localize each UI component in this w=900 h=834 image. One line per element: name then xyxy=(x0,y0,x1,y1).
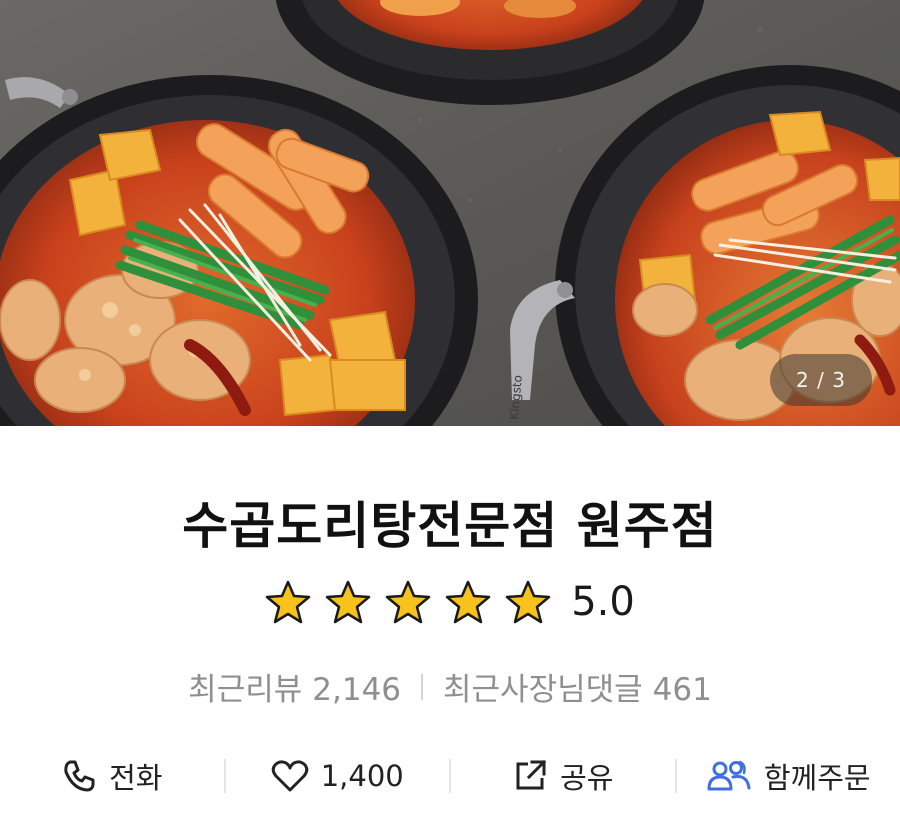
share-label: 공유 xyxy=(560,761,614,795)
store-info-section: 수곱도리탕전문점 원주점 5.0 최근리뷰 2,146 최근사장님댓글 461 … xyxy=(0,426,900,834)
more-icon[interactable] xyxy=(826,0,866,6)
recent-reviews-count: 2,146 xyxy=(312,672,402,708)
store-rating[interactable]: 5.0 xyxy=(0,579,900,625)
review-stats: 최근리뷰 2,146 최근사장님댓글 461 xyxy=(0,664,900,709)
share-button[interactable]: 공유 xyxy=(451,755,675,797)
share-icon xyxy=(512,758,560,794)
star-icon xyxy=(265,580,311,624)
owner-replies[interactable]: 최근사장님댓글 461 xyxy=(443,664,712,709)
recent-reviews[interactable]: 최근리뷰 2,146 xyxy=(188,664,401,709)
food-photo: Kingsto xyxy=(0,0,900,426)
star-icon xyxy=(445,580,491,624)
store-detail-page: Kingsto 2 / 3 수곱도리탕전문점 원주점 5.0 최근리뷰 2,14… xyxy=(0,0,900,834)
recent-reviews-label: 최근리뷰 xyxy=(188,672,303,708)
like-count: 1,400 xyxy=(320,759,404,793)
people-icon xyxy=(706,759,764,793)
owner-replies-label: 최근사장님댓글 xyxy=(443,672,643,708)
star-icon xyxy=(385,580,431,624)
cart-icon[interactable] xyxy=(728,0,762,6)
heart-icon xyxy=(271,759,321,793)
owner-replies-count: 461 xyxy=(652,672,712,708)
action-bar: 전화 1,400 공유 함께주문 xyxy=(0,748,900,804)
photo-page-indicator: 2 / 3 xyxy=(770,354,872,406)
store-name: 수곱도리탕전문점 원주점 xyxy=(182,497,718,555)
rating-stars xyxy=(265,580,551,624)
like-button[interactable]: 1,400 xyxy=(226,759,450,793)
star-icon xyxy=(325,580,371,624)
store-photo-carousel[interactable]: Kingsto 2 / 3 xyxy=(0,0,900,426)
stats-divider xyxy=(421,673,424,700)
group-order-button[interactable]: 함께주문 xyxy=(677,755,900,797)
call-label: 전화 xyxy=(109,761,163,795)
star-icon xyxy=(505,580,551,624)
group-order-label: 함께주문 xyxy=(763,761,871,795)
phone-icon xyxy=(61,758,109,794)
rating-score: 5.0 xyxy=(571,579,635,625)
call-button[interactable]: 전화 xyxy=(0,755,224,797)
